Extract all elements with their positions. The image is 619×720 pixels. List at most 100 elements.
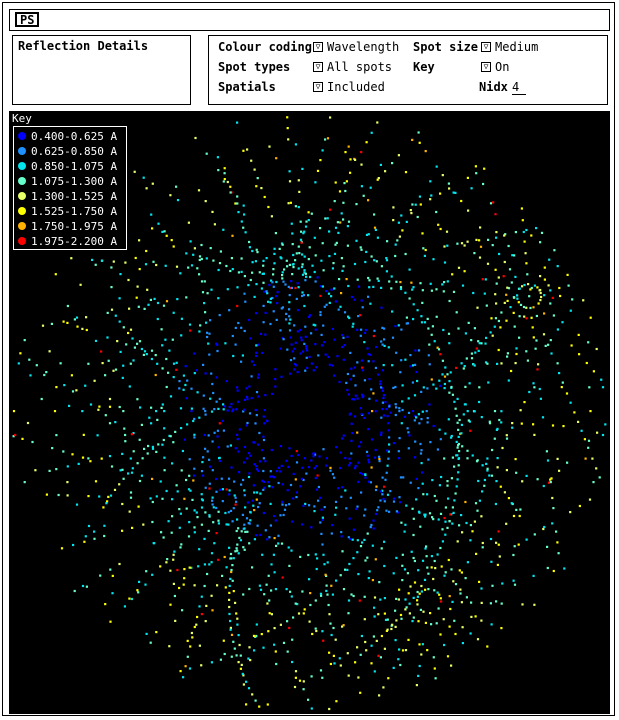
reflection-spot [333, 338, 336, 341]
reflection-spot [105, 502, 108, 505]
reflection-spot [244, 231, 247, 234]
reflection-spot [104, 374, 107, 377]
reflection-spot [424, 547, 427, 550]
reflection-spot [180, 543, 183, 546]
reflection-spot [358, 445, 361, 448]
reflection-spot [329, 116, 332, 119]
reflection-spot [500, 421, 503, 424]
reflection-spot [370, 388, 373, 391]
reflection-spot [188, 323, 192, 326]
reflection-spot [349, 351, 352, 354]
spatials-dropdown[interactable]: ▽ Included [313, 80, 385, 94]
reflection-spot [212, 259, 215, 262]
reflection-spot [155, 410, 158, 413]
reflection-spot [62, 450, 65, 453]
reflection-spot [171, 515, 174, 518]
reflection-spot [408, 434, 411, 437]
reflection-spot [288, 447, 291, 450]
reflection-spot [228, 546, 231, 549]
reflection-spot [243, 461, 246, 464]
reflection-spot [250, 375, 253, 378]
reflection-spot [110, 286, 113, 289]
reflection-spot [426, 649, 429, 652]
reflection-spot [378, 460, 381, 463]
reflection-spot [349, 158, 352, 161]
reflection-spot [232, 507, 235, 510]
reflection-spot [200, 613, 203, 616]
reflection-spot [409, 481, 412, 484]
reflection-spot [304, 279, 307, 282]
reflection-spot [148, 416, 151, 419]
spot-types-dropdown[interactable]: ▽ All spots [313, 60, 392, 74]
reflection-spot [466, 410, 469, 413]
reflection-spot [51, 447, 54, 450]
reflection-spot [345, 278, 348, 281]
reflection-spot [155, 263, 158, 267]
reflection-spot [252, 634, 256, 637]
reflection-spot [134, 256, 137, 260]
reflection-spot [359, 314, 362, 317]
reflection-spot [362, 395, 365, 398]
reflection-spot [515, 352, 518, 356]
window-title[interactable]: PS [15, 12, 40, 27]
reflection-spot [204, 311, 207, 314]
reflection-spot [359, 691, 362, 694]
reflection-spot [416, 309, 419, 312]
reflection-spot [50, 322, 53, 325]
reflection-spot [453, 465, 456, 468]
reflection-spot [532, 336, 535, 339]
reflection-spot [380, 286, 383, 289]
reflection-spot [262, 438, 266, 442]
reflection-spot [289, 483, 293, 487]
reflection-spot [398, 648, 401, 651]
reflection-spot [196, 516, 199, 519]
reflection-spot [543, 312, 546, 315]
reflection-spot [301, 291, 304, 294]
reflection-spot [302, 688, 305, 691]
reflection-spot [363, 514, 366, 517]
reflection-spot [210, 561, 213, 564]
reflection-spot [556, 328, 559, 331]
reflection-spot [121, 529, 124, 532]
reflection-spot [406, 572, 409, 575]
reflection-spot [461, 642, 464, 645]
reflection-spot [380, 306, 383, 309]
reflection-spot [278, 247, 281, 250]
reflection-spot [498, 555, 501, 558]
reflection-spot [163, 427, 166, 430]
reflection-spot [453, 499, 456, 502]
reflection-spot [230, 570, 233, 574]
colour-coding-dropdown[interactable]: ▽ Wavelength [313, 40, 399, 54]
reflection-spot [450, 664, 453, 667]
reflection-spot [395, 619, 398, 622]
reflection-spot [511, 254, 514, 257]
spot-size-dropdown[interactable]: ▽ Medium [481, 40, 538, 54]
reflection-spot [450, 434, 453, 438]
reflection-spot [277, 481, 280, 485]
reflection-spot [325, 464, 328, 467]
reflection-spot [401, 553, 404, 556]
reflection-spot [545, 450, 548, 453]
reflection-spot [494, 213, 497, 216]
reflection-spot [443, 281, 446, 284]
reflection-spot [396, 239, 399, 242]
reflection-spot [539, 397, 542, 400]
reflection-spot [258, 705, 261, 708]
reflection-spot [276, 470, 279, 473]
reflection-spot [293, 685, 297, 689]
reflection-spot [412, 616, 415, 619]
key-dropdown[interactable]: ▽ On [481, 60, 509, 74]
reflection-spot [440, 565, 443, 568]
reflection-spot [477, 340, 480, 343]
reflection-spot [156, 317, 159, 321]
reflection-spot [206, 335, 209, 339]
reflection-spot [295, 496, 298, 499]
reflection-spot [60, 547, 64, 550]
reflection-spot [316, 276, 319, 279]
nidx-input[interactable]: 4 [512, 80, 526, 95]
reflection-spot [218, 397, 221, 400]
reflection-spot [129, 362, 132, 365]
laue-pattern-plot[interactable]: Key 0.400-0.625 A 0.625-0.850 A 0.850-1.07… [9, 111, 610, 714]
reflection-spot [444, 520, 447, 523]
reflection-spot [364, 260, 367, 264]
